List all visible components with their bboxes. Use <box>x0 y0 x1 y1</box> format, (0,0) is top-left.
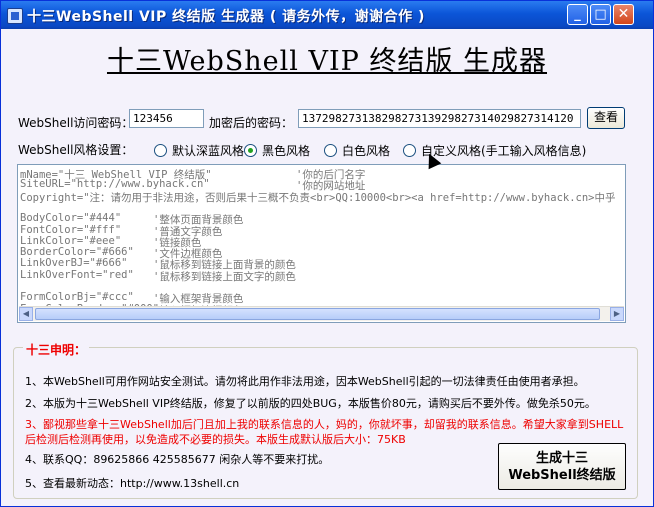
style-code-textarea[interactable]: mName="十三 WebShell VIP 终结版" '你的后门名字 SiteUR… <box>17 164 626 323</box>
radio-default-blue[interactable]: 默认深蓝风格 <box>154 142 244 159</box>
generate-button-line1: 生成十三 <box>535 451 588 466</box>
radio-white-label: 白色风格 <box>342 144 391 158</box>
generate-button-line2: WebShell终结版 <box>508 468 616 483</box>
code-line: BodyColor="#444" <box>20 212 122 225</box>
window-title: 十三WebShell VIP 终结版 生成器 ( 请务外传，谢谢合作 ) <box>27 9 425 25</box>
style-label: WebShell风格设置： <box>18 143 134 157</box>
app-icon <box>7 8 23 24</box>
radio-black-label: 黑色风格 <box>262 144 311 158</box>
code-line: SiteURL="http://www.byhack.cn" <box>20 178 210 191</box>
password-label: WebShell访问密码： <box>18 116 134 130</box>
encrypted-password-input[interactable]: 1372982731382982731392982731402982731412… <box>298 109 581 128</box>
statement-legend: 十三申明： <box>23 341 90 358</box>
close-button[interactable]: ✕ <box>613 4 634 25</box>
statement-item-2: 2、本版为十三WebShell VIP终结版，修复了以前版的四处BUG，本版售价… <box>25 397 596 410</box>
title-bar[interactable]: 十三WebShell VIP 终结版 生成器 ( 请务外传，谢谢合作 ) _ □… <box>1 1 653 29</box>
code-line: BorderColor="#666" <box>20 246 134 259</box>
minimize-button[interactable]: _ <box>567 4 588 25</box>
page-heading: 十三WebShell VIP 终结版 生成器 <box>106 46 548 77</box>
statement-item-1: 1、本WebShell可用作网站安全测试。请勿将此用作非法用途，因本WebShe… <box>25 375 585 388</box>
maximize-button[interactable]: □ <box>590 4 611 25</box>
radio-custom-label: 自定义风格(手工输入风格信息) <box>421 144 587 158</box>
scroll-thumb[interactable] <box>35 308 600 320</box>
generate-button[interactable]: 生成十三 WebShell终结版 <box>498 443 626 490</box>
radio-default-blue-label: 默认深蓝风格 <box>172 144 245 158</box>
code-line: LinkOverBJ="#666" <box>20 257 128 270</box>
radio-white-dot[interactable] <box>324 144 337 157</box>
horizontal-scrollbar[interactable]: ◀ ▶ <box>19 306 624 321</box>
password-input[interactable]: 123456 <box>129 109 204 128</box>
radio-black-dot[interactable] <box>244 144 257 157</box>
code-line: LinkColor="#eee" <box>20 234 122 247</box>
radio-custom-dot[interactable] <box>403 144 416 157</box>
view-button[interactable]: 查看 <box>587 107 625 129</box>
statement-item-5: 5、查看最新动态：http://www.13shell.cn <box>25 477 240 490</box>
scroll-left-arrow[interactable]: ◀ <box>19 307 33 321</box>
code-line: FormColorBj="#ccc" <box>20 291 134 304</box>
radio-white[interactable]: 白色风格 <box>324 142 390 159</box>
code-line: LinkOverFont="red" <box>20 268 134 281</box>
radio-black[interactable]: 黑色风格 <box>244 142 310 159</box>
app-window: 十三WebShell VIP 终结版 生成器 ( 请务外传，谢谢合作 ) _ □… <box>0 0 654 507</box>
statement-item-4: 4、联系QQ：89625866 425585677 闲杂人等不要来打扰。 <box>25 453 330 466</box>
code-comment: '鼠标移到链接上面文字的颜色 <box>153 270 296 283</box>
encrypted-password-label: 加密后的密码： <box>209 116 294 130</box>
radio-default-blue-dot[interactable] <box>154 144 167 157</box>
scroll-right-arrow[interactable]: ▶ <box>610 307 624 321</box>
code-line: FontColor="#fff" <box>20 223 122 236</box>
code-line: Copyright="注：请勿用于非法用途，否则后果十三概不负责<br>QQ:1… <box>20 191 616 204</box>
